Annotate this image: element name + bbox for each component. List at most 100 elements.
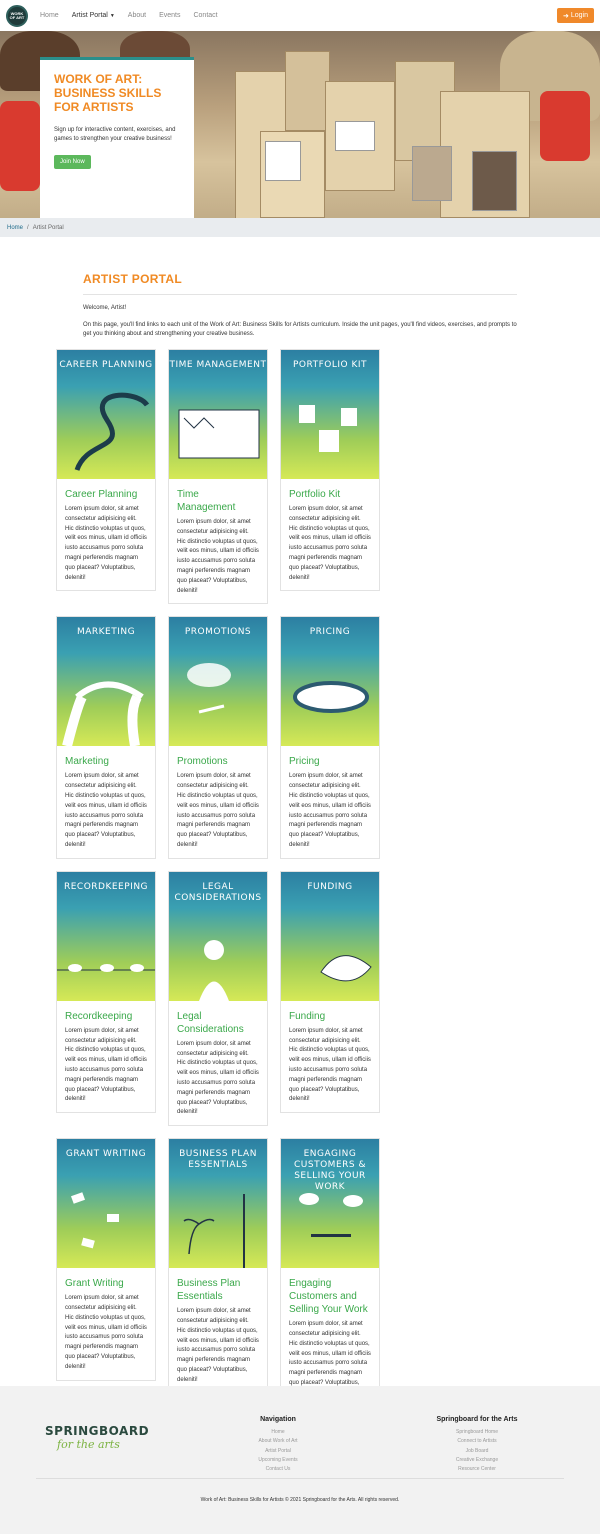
unit-title[interactable]: Grant Writing: [65, 1277, 147, 1290]
footer-link-springboard-home[interactable]: Springboard Home: [422, 1428, 532, 1437]
unit-description: Lorem ipsum dolor, sit amet consectetur …: [177, 1308, 259, 1383]
unit-card-body: Marketing Lorem ipsum dolor, sit amet con…: [57, 746, 155, 857]
unit-image[interactable]: PROMOTIONS: [169, 617, 267, 747]
footer-navigation: Navigation Home About Work of Art Artist…: [228, 1416, 328, 1474]
hero-photo-chair: [0, 101, 40, 191]
unit-title[interactable]: Marketing: [65, 755, 147, 768]
unit-description: Lorem ipsum dolor, sit amet consectetur …: [65, 1027, 147, 1103]
top-navbar: WORK OF ART Home Artist Portal ▼ About E…: [0, 0, 600, 31]
footer-divider: [36, 1478, 564, 1479]
unit-description: Lorem ipsum dolor, sit amet consectetur …: [65, 1295, 147, 1370]
unit-title[interactable]: Career Planning: [65, 488, 147, 501]
unit-image-title: BUSINESS PLAN ESSENTIALS: [179, 1149, 257, 1171]
unit-card-body: Pricing Lorem ipsum dolor, sit amet conse…: [281, 746, 379, 857]
unit-title[interactable]: Recordkeeping: [65, 1010, 147, 1023]
unit-title[interactable]: Legal Considerations: [177, 1010, 259, 1036]
unit-image-title: FUNDING: [307, 881, 353, 892]
unit-card[interactable]: PORTFOLIO KIT Portfolio Kit Lorem ipsum do…: [280, 349, 380, 592]
springboard-logo-line1: SPRINGBOARD: [45, 1424, 150, 1438]
unit-image-title: TIME MANAGEMENT: [169, 360, 267, 370]
unit-card[interactable]: ENGAGING CUSTOMERS & SELLING YOUR WORK En…: [280, 1138, 380, 1407]
unit-card-body: Funding Lorem ipsum dolor, sit amet conse…: [281, 1001, 379, 1112]
footer-link-connect[interactable]: Connect to Artists: [422, 1437, 532, 1446]
unit-description: Lorem ipsum dolor, sit amet consectetur …: [177, 773, 259, 848]
unit-image[interactable]: RECORDKEEPING: [57, 871, 155, 1001]
unit-title[interactable]: Pricing: [289, 755, 371, 768]
unit-card-body: Time Management Lorem ipsum dolor, sit am…: [169, 479, 267, 603]
work-of-art-logo[interactable]: WORK OF ART: [6, 4, 28, 27]
unit-image[interactable]: MARKETING: [57, 617, 155, 747]
unit-description: Lorem ipsum dolor, sit amet consectetur …: [289, 1027, 371, 1103]
unit-image[interactable]: ENGAGING CUSTOMERS & SELLING YOUR WORK: [281, 1139, 379, 1269]
unit-card[interactable]: MARKETING Marketing Lorem ipsum dolor, sit…: [56, 616, 156, 859]
nav-artist-portal[interactable]: Artist Portal ▼: [72, 12, 115, 19]
unit-title[interactable]: Engaging Customers and Selling Your Work: [289, 1277, 371, 1316]
page-title: ARTIST PORTAL: [83, 272, 183, 286]
unit-image[interactable]: BUSINESS PLAN ESSENTIALS: [169, 1139, 267, 1269]
unit-card[interactable]: BUSINESS PLAN ESSENTIALS Business Plan Es…: [168, 1138, 268, 1394]
footer-link-events[interactable]: Upcoming Events: [228, 1456, 328, 1465]
footer-link-resource-center[interactable]: Resource Center: [422, 1465, 532, 1474]
divider: [83, 294, 517, 295]
unit-card[interactable]: TIME MANAGEMENT Time Management Lorem ipsu…: [168, 349, 268, 605]
unit-title[interactable]: Promotions: [177, 755, 259, 768]
unit-image-title: GRANT WRITING: [65, 1149, 147, 1160]
unit-card-body: Legal Considerations Lorem ipsum dolor, s…: [169, 1001, 267, 1125]
footer-springboard: Springboard for the Arts Springboard Hom…: [422, 1416, 532, 1474]
nav-contact[interactable]: Contact: [193, 12, 217, 19]
hero-photo-box: [285, 51, 330, 131]
footer-link-creative-exchange[interactable]: Creative Exchange: [422, 1456, 532, 1465]
login-button[interactable]: ➜ Login: [556, 8, 594, 23]
unit-card[interactable]: PRICING Pricing Lorem ipsum dolor, sit ame…: [280, 616, 380, 859]
welcome-text: Welcome, Artist!: [83, 305, 127, 311]
breadcrumb-home[interactable]: Home: [7, 225, 23, 231]
unit-description: Lorem ipsum dolor, sit amet consectetur …: [65, 506, 147, 581]
footer-link-home[interactable]: Home: [228, 1428, 328, 1437]
springboard-logo-line2: for the arts: [57, 1438, 120, 1451]
footer-link-contact[interactable]: Contact Us: [228, 1465, 328, 1474]
footer-link-artist-portal[interactable]: Artist Portal: [228, 1447, 328, 1456]
hero-photo-portrait: [472, 151, 517, 211]
nav-home[interactable]: Home: [40, 12, 59, 19]
unit-image[interactable]: FUNDING: [281, 871, 379, 1001]
unit-image[interactable]: CAREER PLANNING: [57, 350, 155, 479]
unit-title[interactable]: Business Plan Essentials: [177, 1277, 259, 1303]
springboard-logo[interactable]: SPRINGBOARD for the arts: [45, 1424, 160, 1464]
footer-link-job-board[interactable]: Job Board: [422, 1447, 532, 1456]
unit-card[interactable]: PROMOTIONS Promotions Lorem ipsum dolor, s…: [168, 616, 268, 859]
unit-description: Lorem ipsum dolor, sit amet consectetur …: [65, 773, 147, 848]
unit-image[interactable]: GRANT WRITING: [57, 1139, 155, 1269]
unit-image[interactable]: PRICING: [281, 617, 379, 747]
unit-image[interactable]: PORTFOLIO KIT: [281, 350, 379, 479]
breadcrumb: Home / Artist Portal: [0, 218, 600, 237]
unit-card-body: Engaging Customers and Selling Your Work…: [281, 1268, 379, 1405]
unit-image[interactable]: LEGAL CONSIDERATIONS: [169, 871, 267, 1001]
hero-card: WORK OF ART: BUSINESS SKILLS FOR ARTISTS…: [40, 57, 194, 218]
unit-title[interactable]: Portfolio Kit: [289, 488, 371, 501]
unit-card[interactable]: CAREER PLANNING Career Planning Lorem ipsu…: [56, 349, 156, 592]
caret-down-icon: ▼: [109, 13, 115, 19]
unit-image-title: CAREER PLANNING: [59, 360, 153, 370]
hero-photo-chair: [540, 91, 590, 161]
login-label: Login: [570, 12, 588, 19]
unit-card[interactable]: LEGAL CONSIDERATIONS Legal Considerations…: [168, 870, 268, 1127]
unit-description: Lorem ipsum dolor, sit amet consectetur …: [289, 773, 371, 848]
unit-image-title: PRICING: [309, 627, 351, 638]
join-now-button[interactable]: Join Now: [54, 155, 91, 169]
unit-title[interactable]: Funding: [289, 1010, 371, 1023]
unit-card[interactable]: FUNDING Funding Lorem ipsum dolor, sit ame…: [280, 870, 380, 1114]
unit-card[interactable]: RECORDKEEPING Recordkeeping Lorem ipsum do…: [56, 870, 156, 1114]
unit-image-title: ENGAGING CUSTOMERS & SELLING YOUR WORK: [294, 1149, 366, 1193]
breadcrumb-current: Artist Portal: [32, 224, 64, 231]
nav-events[interactable]: Events: [159, 12, 180, 19]
footer-link-about[interactable]: About Work of Art: [228, 1437, 328, 1446]
unit-card[interactable]: GRANT WRITING Grant Writing Lorem ipsum do…: [56, 1138, 156, 1381]
copyright-text: Work of Art: Business Skills for Artists…: [200, 1497, 400, 1503]
nav-about[interactable]: About: [128, 12, 146, 19]
main-content: ARTIST PORTAL Welcome, Artist! On this p…: [0, 237, 600, 339]
unit-image-title: LEGAL CONSIDERATIONS: [174, 881, 262, 903]
unit-card-body: Portfolio Kit Lorem ipsum dolor, sit amet…: [281, 479, 379, 590]
unit-title[interactable]: Time Management: [177, 488, 259, 514]
hero-photo-portrait: [412, 146, 452, 201]
unit-image[interactable]: TIME MANAGEMENT: [169, 350, 267, 479]
